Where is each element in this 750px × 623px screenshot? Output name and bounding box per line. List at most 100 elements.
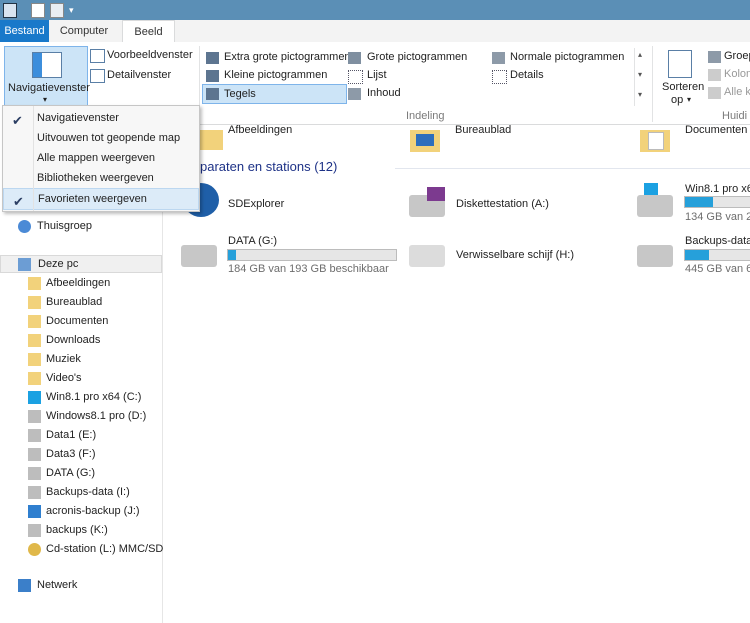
new-folder-icon[interactable]: [50, 3, 64, 18]
downloads-folder-icon: [28, 334, 41, 347]
details-pane-button[interactable]: Detailvenster: [107, 69, 171, 81]
tab-file[interactable]: Bestand: [0, 20, 49, 42]
medium-icons-icon: [492, 52, 505, 64]
nav-item[interactable]: DATA (G:): [0, 464, 162, 482]
device-tile-g[interactable]: DATA (G:) 184 GB van 193 GB beschikbaar: [181, 232, 401, 277]
nav-item[interactable]: Data1 (E:): [0, 426, 162, 444]
content-icon: [348, 88, 361, 100]
layout-tiles[interactable]: Tegels: [202, 84, 347, 104]
nav-item[interactable]: backups (K:): [0, 521, 162, 539]
acronis-drive-icon: [28, 505, 41, 518]
device-name: Win8.1 pro x6: [685, 183, 750, 195]
customize-qat-icon[interactable]: ▾: [69, 5, 74, 16]
nav-item[interactable]: Afbeeldingen: [0, 274, 162, 292]
scroll-down-icon[interactable]: ▾: [638, 70, 642, 79]
current-view-group-label: Huidi: [722, 110, 748, 122]
nav-item-label: Win8.1 pro x64 (C:): [46, 391, 142, 403]
scroll-up-icon[interactable]: ▴: [638, 50, 642, 59]
menu-item-label: Navigatievenster: [37, 112, 119, 124]
nav-item-label: Muziek: [46, 353, 81, 365]
documents-folder-icon: [640, 130, 670, 152]
nav-item-network[interactable]: Netwerk: [0, 576, 162, 594]
nav-item[interactable]: Documenten: [0, 312, 162, 330]
drive-icon: [28, 486, 41, 499]
nav-item-label: Netwerk: [37, 579, 78, 591]
nav-item[interactable]: Cd-station (L:) MMC/SD: [0, 540, 164, 558]
folder-tile[interactable]: Afbeeldingen: [193, 124, 383, 152]
sort-icon: [668, 50, 692, 78]
network-icon: [18, 579, 31, 592]
videos-folder-icon: [28, 372, 41, 385]
chevron-down-icon: ▾: [43, 95, 48, 104]
device-tile-h[interactable]: Verwisselbare schijf (H:): [409, 232, 609, 272]
usage-bar: [684, 196, 750, 208]
layout-details[interactable]: Details: [510, 69, 544, 81]
nav-item-homegroup[interactable]: Thuisgroep: [0, 217, 162, 235]
list-icon: [348, 70, 363, 84]
layout-medium[interactable]: Normale pictogrammen: [510, 51, 624, 63]
quick-access-toolbar: ▾: [0, 0, 750, 20]
folder-name: Afbeeldingen: [228, 124, 293, 136]
extra-large-icons-icon: [206, 52, 219, 64]
folder-tile[interactable]: Documenten: [640, 124, 750, 152]
nav-item-label: DATA (G:): [46, 467, 96, 479]
group-by-button[interactable]: Groep: [724, 50, 750, 62]
nav-item-label: acronis-backup (J:): [46, 505, 140, 517]
nav-item-label: Cd-station (L:) MMC/SD: [46, 543, 164, 555]
nav-item-thispc[interactable]: Deze pc: [0, 255, 162, 273]
gallery-expand-icon[interactable]: ▾: [638, 90, 642, 99]
layout-extra-large[interactable]: Extra grote pictogrammen: [224, 51, 351, 63]
cd-drive-icon: [28, 543, 41, 556]
layout-content[interactable]: Inhoud: [367, 87, 401, 99]
desktop-folder-icon: [410, 130, 440, 152]
device-space: 134 GB van 23: [685, 211, 750, 223]
nav-item[interactable]: Win8.1 pro x64 (C:): [0, 388, 162, 406]
device-tile-c[interactable]: Win8.1 pro x6 134 GB van 23: [637, 181, 750, 226]
sort-by-button[interactable]: Sorteren op ▾: [656, 48, 706, 108]
nav-item[interactable]: Muziek: [0, 350, 162, 368]
usage-bar: [227, 249, 397, 261]
layout-small[interactable]: Kleine pictogrammen: [224, 69, 327, 81]
layout-large[interactable]: Grote pictogrammen: [367, 51, 467, 63]
nav-item[interactable]: Windows8.1 pro (D:): [0, 407, 162, 425]
nav-item[interactable]: Backups-data (I:): [0, 483, 162, 501]
system-drive-icon: [637, 183, 673, 217]
folder-name: Bureaublad: [455, 124, 512, 136]
device-tile-floppy[interactable]: Diskettestation (A:): [409, 181, 609, 221]
nav-item[interactable]: acronis-backup (J:): [0, 502, 162, 520]
drive-icon: [28, 410, 41, 423]
folder-tile[interactable]: Bureaublad: [410, 124, 600, 152]
properties-icon[interactable]: [31, 3, 45, 18]
nav-item[interactable]: Data3 (F:): [0, 445, 162, 463]
nav-item[interactable]: Video's: [0, 369, 162, 387]
nav-item-label: Windows8.1 pro (D:): [46, 410, 147, 422]
gallery-scroll[interactable]: ▴ ▾ ▾: [634, 48, 648, 106]
nav-item-label: Data1 (E:): [46, 429, 97, 441]
nav-item-label: Downloads: [46, 334, 101, 346]
menu-item-label: Alle mappen weergeven: [37, 152, 156, 164]
drive-icon: [28, 467, 41, 480]
navigation-pane-button[interactable]: Navigatievenster ▾: [4, 46, 90, 108]
add-columns-button[interactable]: Kolom: [724, 68, 750, 80]
device-space: 445 GB van 69: [685, 263, 750, 275]
nav-item-label: Data3 (F:): [46, 448, 96, 460]
preview-pane-button[interactable]: Voorbeeldvenster: [107, 49, 193, 61]
device-tile-i[interactable]: Backups-data 445 GB van 69: [637, 232, 750, 277]
nav-item-label: Deze pc: [38, 258, 79, 270]
drive-icon: [28, 429, 41, 442]
nav-item[interactable]: Downloads: [0, 331, 162, 349]
section-header[interactable]: paraten en stations (12): [200, 159, 337, 174]
device-space: 184 GB van 193 GB beschikbaar: [228, 263, 389, 275]
layout-list[interactable]: Lijst: [367, 69, 387, 81]
nav-item[interactable]: Bureaublad: [0, 293, 162, 311]
size-all-columns-button[interactable]: Alle k: [724, 86, 750, 98]
tab-computer[interactable]: Computer: [49, 20, 119, 42]
removable-drive-icon: [409, 245, 445, 267]
tab-view[interactable]: Beeld: [122, 20, 175, 43]
drive-icon: [28, 524, 41, 537]
size-columns-icon: [708, 87, 721, 99]
documents-folder-icon: [28, 315, 41, 328]
device-tile-sdexplorer[interactable]: SDExplorer: [183, 181, 383, 221]
usage-bar-fill: [228, 250, 237, 260]
layout-group-label: Indeling: [406, 110, 445, 122]
